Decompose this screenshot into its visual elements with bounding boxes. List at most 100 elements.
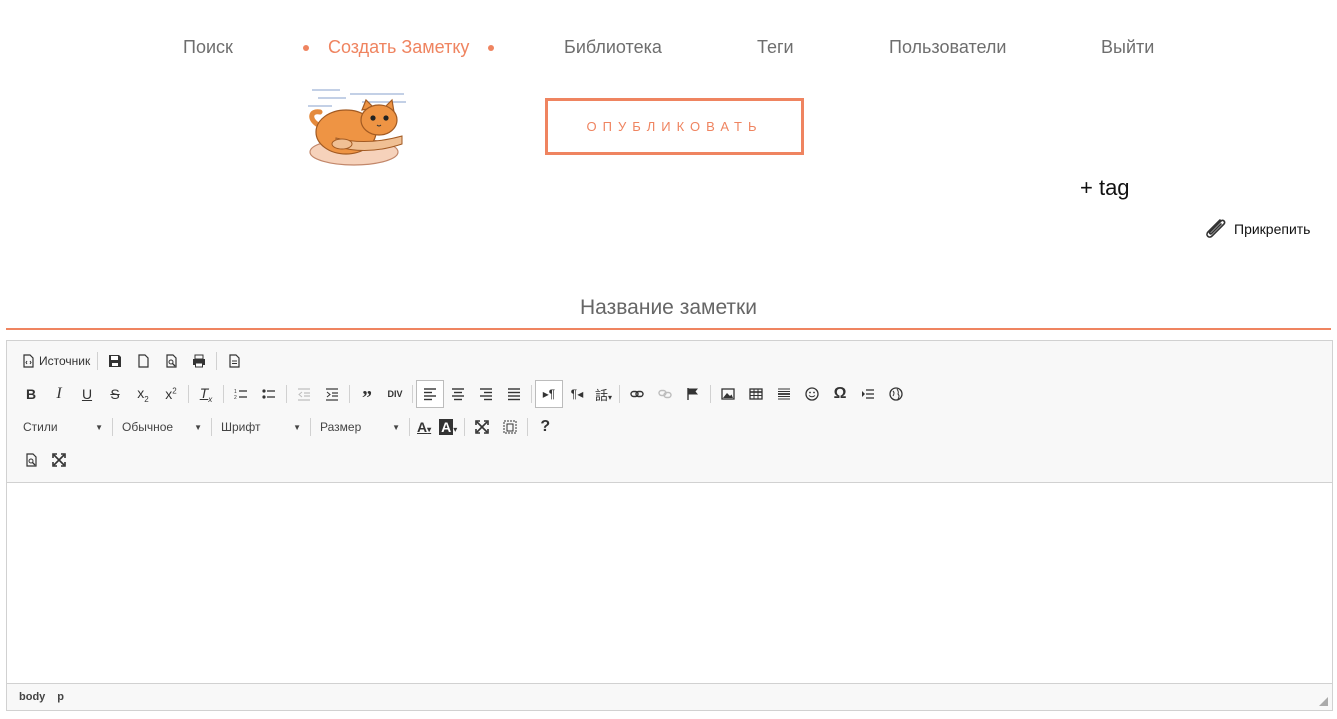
svg-text:2: 2 [234,395,237,401]
templates-button[interactable] [220,347,248,375]
show-blocks-button[interactable] [496,413,524,441]
preview-icon [164,354,178,368]
new-page-button[interactable] [129,347,157,375]
horizontal-rule-icon [777,387,791,401]
anchor-icon [686,387,700,401]
justify-button[interactable] [500,380,528,408]
toolbar-separator [349,385,350,403]
source-button[interactable]: Источник [17,347,94,375]
nav-users[interactable]: Пользователи [889,36,1006,58]
special-char-button[interactable]: Ω [826,380,854,408]
element-path-p[interactable]: p [57,691,64,703]
table-button[interactable] [742,380,770,408]
save-button[interactable] [101,347,129,375]
smiley-button[interactable] [798,380,826,408]
note-title-input[interactable] [6,288,1331,330]
format-select[interactable]: Обычное ▼ [116,413,208,441]
special-char-icon: Ω [833,385,847,402]
table-icon [749,387,763,401]
strike-icon: S [110,386,120,402]
text-color-button[interactable]: A▾ [413,413,435,441]
source-icon [21,354,35,368]
language-button[interactable]: 話▾ [591,380,616,408]
toolbar-separator [409,418,410,436]
cat-logo-icon [306,86,408,170]
editor-toolbar: Источник B I U S x2 x2 Tx 12 ” DIV ▸¶ ¶◂… [7,341,1332,483]
iframe-button[interactable] [882,380,910,408]
toolbar-separator [310,418,311,436]
save-icon [108,354,122,368]
image-button[interactable] [714,380,742,408]
element-path-body[interactable]: body [19,691,45,703]
underline-button[interactable]: U [73,380,101,408]
font-select-label: Шрифт [221,420,261,434]
link-icon [630,387,644,401]
blockquote-button[interactable]: ” [353,380,381,409]
help-button[interactable]: ? [531,413,559,441]
toolbar-separator [188,385,189,403]
ltr-button[interactable]: ▸¶ [535,380,563,408]
toolbar-separator [211,418,212,436]
div-icon: DIV [387,389,403,399]
align-right-button[interactable] [472,380,500,408]
attach-button[interactable]: Прикрепить [1200,214,1310,244]
styles-select[interactable]: Стили ▼ [17,413,109,441]
size-select-label: Размер [320,420,362,434]
link-button[interactable] [623,380,651,408]
rtl-button[interactable]: ¶◂ [563,380,591,408]
align-left-icon [423,387,437,401]
anchor-button[interactable] [679,380,707,408]
editor-content-area[interactable] [7,483,1332,683]
add-tag-button[interactable]: + tag [1080,175,1130,201]
maximize-icon [52,453,66,467]
print-button[interactable] [185,347,213,375]
horizontal-rule-button[interactable] [770,380,798,408]
subscript-button[interactable]: x2 [129,380,157,408]
nav-create-note[interactable]: Создать Заметку [328,36,469,58]
maximize-button[interactable] [45,446,73,474]
format-select-label: Обычное [122,420,174,434]
text-color-icon: A▾ [417,419,432,435]
bulleted-list-button[interactable] [255,380,283,408]
page-break-icon [861,387,875,401]
unlink-button[interactable] [651,380,679,408]
preview-icon [24,453,38,467]
show-blocks-icon [503,420,517,434]
bg-color-button[interactable]: A ▾ [435,413,461,441]
align-center-icon [451,387,465,401]
indent-button[interactable] [318,380,346,408]
page-break-button[interactable] [854,380,882,408]
maximize-button[interactable] [468,413,496,441]
ltr-icon: ▸¶ [542,387,556,401]
preview-button[interactable] [157,347,185,375]
nav-logout[interactable]: Выйти [1101,36,1154,58]
publish-button[interactable]: ОПУБЛИКОВАТЬ [545,98,804,155]
toolbar-separator [527,418,529,436]
remove-format-icon: Tx [199,384,213,404]
outdent-icon [297,387,311,401]
align-left-button[interactable] [416,380,444,408]
indent-icon [325,387,339,401]
preview-button[interactable] [17,446,45,474]
nav-library[interactable]: Библиотека [564,36,662,58]
resize-handle-icon[interactable] [1319,697,1328,706]
font-select[interactable]: Шрифт ▼ [215,413,307,441]
numbered-list-icon: 12 [234,387,248,401]
div-button[interactable]: DIV [381,380,409,408]
italic-button[interactable]: I [45,380,73,408]
nav-tags[interactable]: Теги [757,36,794,58]
bold-button[interactable]: B [17,380,45,408]
chevron-down-icon: ▼ [392,422,400,432]
subscript-icon: x2 [137,384,149,404]
strike-button[interactable]: S [101,380,129,408]
toolbar-separator [464,418,466,436]
numbered-list-button[interactable]: 12 [227,380,255,408]
size-select[interactable]: Размер ▼ [314,413,406,441]
superscript-button[interactable]: x2 [157,380,185,408]
outdent-button[interactable] [290,380,318,408]
nav-search[interactable]: Поиск [183,36,233,58]
align-center-button[interactable] [444,380,472,408]
underline-icon: U [81,386,93,402]
remove-format-button[interactable]: Tx [192,380,220,408]
editor-status-bar: body p [7,683,1332,710]
